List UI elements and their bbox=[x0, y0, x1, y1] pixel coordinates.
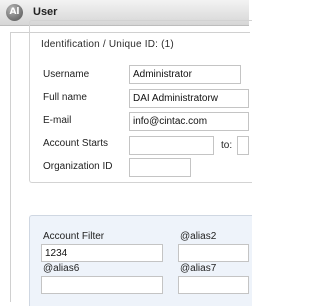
account-starts-label: Account Starts bbox=[43, 138, 109, 149]
username-input[interactable] bbox=[129, 65, 241, 84]
window-title: User bbox=[33, 6, 58, 18]
account-filter-input[interactable] bbox=[41, 244, 163, 262]
email-input[interactable] bbox=[129, 112, 249, 131]
alias7-label: @alias7 bbox=[180, 263, 217, 274]
alias2-input[interactable] bbox=[178, 244, 249, 262]
organization-id-label: Organization ID bbox=[43, 161, 113, 172]
account-filter-label: Account Filter bbox=[43, 231, 105, 242]
full-name-label: Full name bbox=[43, 92, 87, 103]
app-logo-icon: Al bbox=[6, 4, 23, 21]
organization-id-input[interactable] bbox=[129, 158, 191, 177]
username-label: Username bbox=[43, 69, 90, 80]
account-starts-input[interactable] bbox=[129, 136, 214, 155]
alias6-input[interactable] bbox=[41, 276, 163, 294]
alias7-input[interactable] bbox=[178, 276, 249, 294]
account-starts-to-label: to: bbox=[221, 140, 233, 151]
email-label: E-mail bbox=[43, 115, 72, 126]
account-ends-input[interactable] bbox=[237, 136, 249, 155]
identification-legend: Identification / Unique ID: (1) bbox=[38, 39, 177, 50]
alias2-label: @alias2 bbox=[180, 231, 217, 242]
full-name-input[interactable] bbox=[129, 89, 249, 108]
alias6-label: @alias6 bbox=[43, 263, 80, 274]
